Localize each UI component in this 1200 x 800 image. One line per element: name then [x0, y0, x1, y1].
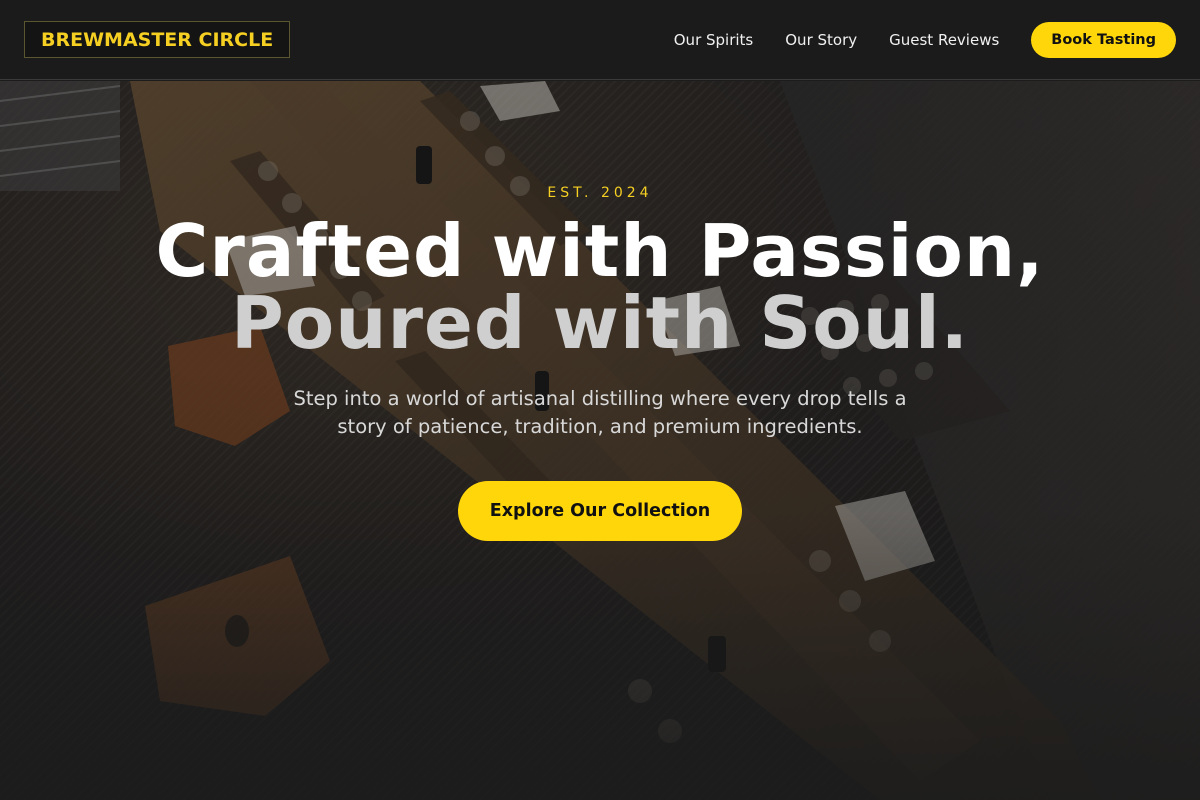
explore-collection-button[interactable]: Explore Our Collection — [457, 481, 743, 541]
site-header: BREWMASTER CIRCLE Our Spirits Our Story … — [0, 0, 1200, 80]
book-tasting-button[interactable]: Book Tasting — [1031, 21, 1176, 58]
nav-link-our-spirits[interactable]: Our Spirits — [674, 31, 754, 49]
brand-logo[interactable]: BREWMASTER CIRCLE — [24, 21, 291, 58]
main-nav: Our Spirits Our Story Guest Reviews Book… — [642, 21, 1176, 58]
nav-link-guest-reviews[interactable]: Guest Reviews — [889, 31, 999, 49]
nav-link-our-story[interactable]: Our Story — [785, 31, 857, 49]
hero-section — [0, 81, 1200, 800]
hero-dark-overlay — [0, 81, 1200, 800]
